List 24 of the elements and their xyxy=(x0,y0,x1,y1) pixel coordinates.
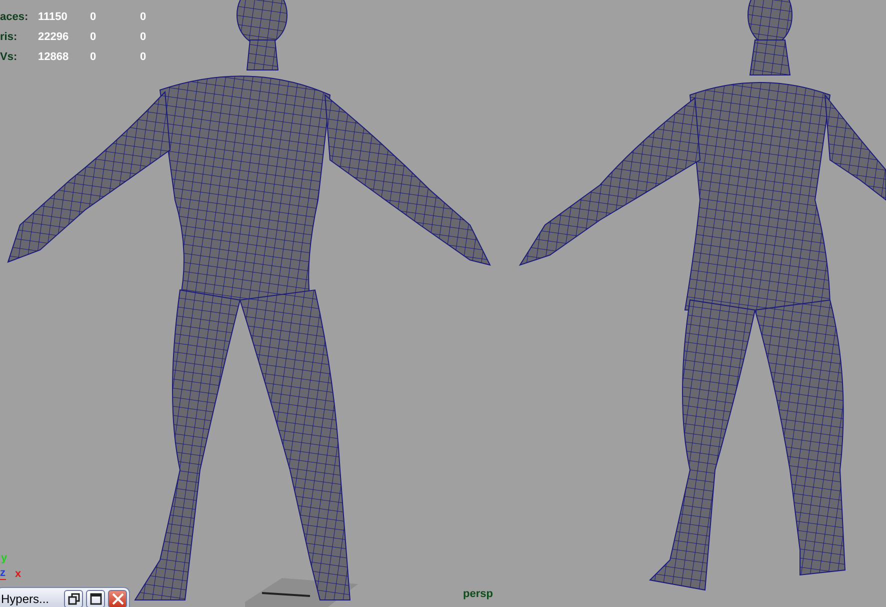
close-icon xyxy=(112,593,124,605)
window-title: Hypers... xyxy=(1,592,50,606)
maximize-button[interactable] xyxy=(86,590,105,607)
close-button[interactable] xyxy=(108,590,127,607)
camera-label: persp xyxy=(463,588,493,600)
stat-value: 0 xyxy=(90,10,98,24)
stat-value: 0 xyxy=(140,50,148,64)
stat-value: 22296 xyxy=(38,30,70,44)
stat-value: 0 xyxy=(90,50,98,64)
maximize-icon xyxy=(90,593,102,605)
stat-value: 0 xyxy=(140,10,148,24)
stat-label: aces: xyxy=(0,10,30,24)
stat-label: ris: xyxy=(0,30,18,44)
axis-label: x xyxy=(15,568,22,580)
axis-label: z xyxy=(0,567,6,580)
axis-label: y xyxy=(1,552,8,564)
stat-value: 12868 xyxy=(38,50,70,64)
stat-value: 0 xyxy=(90,30,98,44)
stat-value: 11150 xyxy=(38,10,68,24)
stat-value: 0 xyxy=(140,30,148,44)
restore-button[interactable] xyxy=(64,590,83,607)
minimized-window[interactable]: Hypers... xyxy=(0,587,130,607)
restore-icon xyxy=(68,593,80,605)
stat-label: Vs: xyxy=(0,50,18,64)
